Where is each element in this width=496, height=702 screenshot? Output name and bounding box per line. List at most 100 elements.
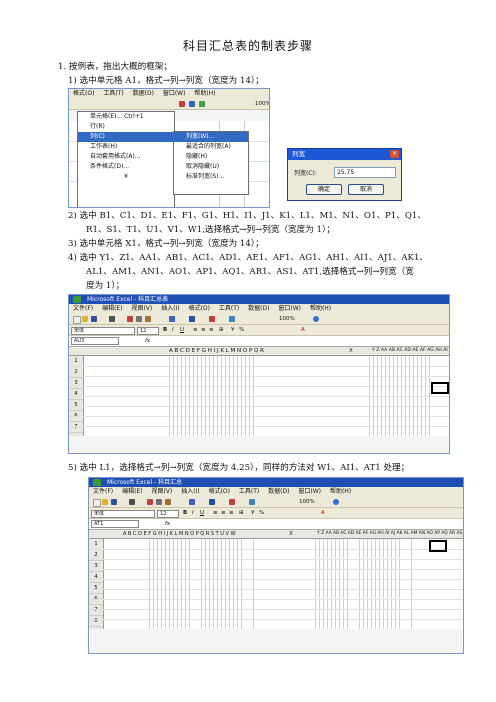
align-right-icon[interactable]: ≡: [229, 508, 234, 518]
row-header[interactable]: 7: [89, 605, 103, 616]
sort-icon[interactable]: [179, 101, 185, 107]
active-cell[interactable]: [429, 540, 447, 552]
underline-icon[interactable]: U: [180, 325, 184, 335]
copy-icon[interactable]: [136, 316, 142, 322]
column-header-a-r[interactable]: A B C D E F G H I J K L M N O P Q R: [169, 347, 264, 355]
print-icon[interactable]: [129, 499, 135, 505]
align-right-icon[interactable]: ≡: [209, 325, 214, 335]
chart-icon[interactable]: [189, 101, 195, 107]
menu-data[interactable]: 数据(D): [268, 488, 289, 495]
column-header-y-at[interactable]: Y Z AA AB AC AD AE AF AG AH AI AJ AK AL …: [317, 530, 463, 538]
menu-help[interactable]: 帮助(H): [194, 90, 215, 97]
sort-icon[interactable]: [229, 499, 235, 505]
save-icon[interactable]: [111, 499, 117, 505]
menu-tools[interactable]: 工具(T): [103, 90, 123, 97]
menu-tools[interactable]: 工具(T): [239, 488, 259, 495]
menu-window[interactable]: 窗口(W): [298, 488, 321, 495]
menu-item-conditional[interactable]: 条件格式(D)...: [78, 162, 174, 172]
new-icon[interactable]: [93, 499, 101, 507]
font-select[interactable]: 宋体: [71, 327, 135, 335]
percent-icon[interactable]: %: [239, 325, 244, 335]
width-input[interactable]: 25.75: [334, 167, 396, 178]
menu-format[interactable]: 格式(O): [73, 90, 94, 97]
menu-window[interactable]: 窗口(W): [163, 90, 186, 97]
menu-file[interactable]: 文件(F): [93, 488, 113, 495]
close-icon[interactable]: ×: [390, 150, 399, 158]
fx-icon[interactable]: fx: [165, 519, 170, 529]
menu-insert[interactable]: 插入(I): [181, 488, 199, 495]
size-select[interactable]: 12: [137, 327, 159, 335]
menu-item-cells[interactable]: 单元格(E)... Ctrl+1: [78, 112, 174, 122]
zoom-value[interactable]: 100%: [299, 497, 315, 507]
menu-help[interactable]: 帮助(H): [330, 488, 351, 495]
align-center-icon[interactable]: ≡: [221, 508, 226, 518]
open-icon[interactable]: [82, 316, 88, 322]
row-header[interactable]: 4: [89, 572, 103, 583]
menu-tools[interactable]: 工具(T): [219, 305, 239, 312]
sort-icon[interactable]: [209, 316, 215, 322]
column-header-y-at[interactable]: Y Z AA AB AC AD AE AF AG AH AI AJ AK AL …: [372, 347, 449, 355]
menu-format[interactable]: 格式(O): [209, 488, 230, 495]
paste-icon[interactable]: [165, 499, 171, 505]
autosum-icon[interactable]: [209, 499, 215, 505]
menu-window[interactable]: 窗口(W): [278, 305, 301, 312]
menu-item-sheet[interactable]: 工作表(H): [78, 142, 174, 152]
zoom-value[interactable]: 100%: [279, 314, 295, 324]
undo-icon[interactable]: [169, 316, 175, 322]
menu-help[interactable]: 帮助(H): [310, 305, 331, 312]
menu-item-unhide[interactable]: 取消隐藏(U): [174, 162, 248, 172]
menu-item-column-width[interactable]: 列宽(W)...: [174, 132, 248, 142]
autosum-icon[interactable]: [189, 316, 195, 322]
name-box[interactable]: AT1: [91, 520, 139, 528]
font-select[interactable]: 宋体: [91, 510, 155, 518]
menu-data[interactable]: 数据(D): [133, 90, 154, 97]
merge-icon[interactable]: ⊞: [239, 508, 244, 518]
ok-button[interactable]: 确定: [306, 184, 342, 195]
print-icon[interactable]: [109, 316, 115, 322]
row-header[interactable]: 7: [69, 422, 83, 433]
menu-edit[interactable]: 编辑(E): [122, 488, 142, 495]
menu-item-hide[interactable]: 隐藏(H): [174, 152, 248, 162]
merge-icon[interactable]: ⊞: [219, 325, 224, 335]
row-header[interactable]: 3: [69, 378, 83, 389]
menu-data[interactable]: 数据(D): [248, 305, 269, 312]
percent-icon[interactable]: %: [259, 508, 264, 518]
menu-item-standard-width[interactable]: 标准列宽(S)...: [174, 172, 248, 182]
drawing-icon[interactable]: [199, 101, 205, 107]
currency-icon[interactable]: ¥: [251, 508, 255, 518]
menu-edit[interactable]: 编辑(E): [102, 305, 122, 312]
align-left-icon[interactable]: ≡: [213, 508, 218, 518]
menu-format[interactable]: 格式(O): [189, 305, 210, 312]
column-header-x[interactable]: X: [289, 530, 293, 538]
bold-icon[interactable]: B: [183, 508, 187, 518]
help-icon[interactable]: [333, 499, 339, 505]
undo-icon[interactable]: [189, 499, 195, 505]
menu-item-row[interactable]: 行(R): [78, 122, 174, 132]
open-icon[interactable]: [102, 499, 108, 505]
save-icon[interactable]: [91, 316, 97, 322]
underline-icon[interactable]: U: [200, 508, 204, 518]
paste-icon[interactable]: [145, 316, 151, 322]
column-header-a-w[interactable]: A B C D E F G H I J K L M N O P Q R S T …: [123, 530, 236, 538]
new-icon[interactable]: [73, 316, 81, 324]
cancel-button[interactable]: 取消: [348, 184, 384, 195]
italic-icon[interactable]: I: [172, 325, 174, 335]
row-header[interactable]: 8: [89, 616, 103, 627]
menu-file[interactable]: 文件(F): [73, 305, 93, 312]
bold-icon[interactable]: B: [163, 325, 167, 335]
chart-icon[interactable]: [229, 316, 235, 322]
size-select[interactable]: 12: [157, 510, 179, 518]
font-color-icon[interactable]: A: [321, 508, 325, 518]
copy-icon[interactable]: [156, 499, 162, 505]
menu-item-column[interactable]: 列(C): [78, 132, 174, 142]
currency-icon[interactable]: ¥: [231, 325, 235, 335]
active-cell[interactable]: [431, 382, 449, 394]
column-header-x[interactable]: X: [349, 347, 353, 355]
name-box[interactable]: AU3: [71, 337, 119, 345]
font-color-icon[interactable]: A: [301, 325, 305, 335]
row-header[interactable]: 4: [69, 389, 83, 400]
menu-insert[interactable]: 插入(I): [161, 305, 179, 312]
menu-item-autofit[interactable]: 最适合的列宽(A): [174, 142, 248, 152]
cut-icon[interactable]: [147, 499, 153, 505]
menu-view[interactable]: 视图(V): [131, 305, 152, 312]
